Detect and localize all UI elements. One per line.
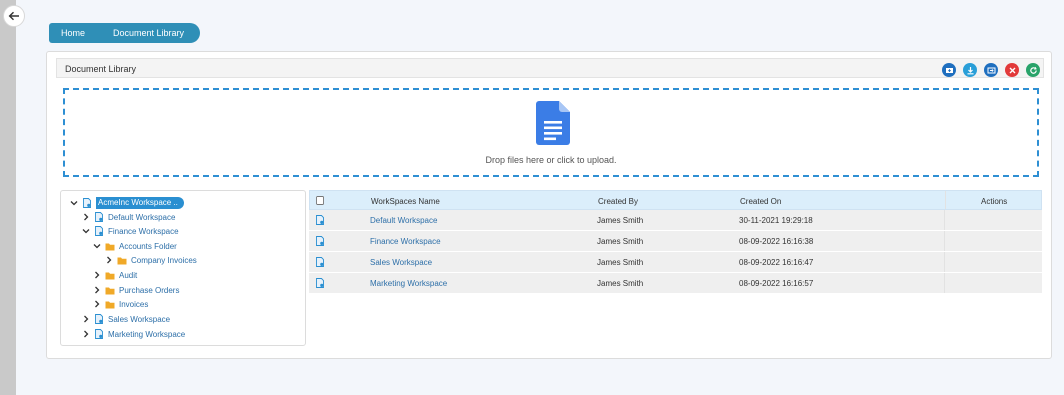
folder-icon bbox=[117, 255, 127, 265]
toolbar bbox=[942, 63, 1040, 77]
row-created-on: 30-11-2021 19:29:18 bbox=[739, 216, 813, 225]
folder-icon bbox=[105, 299, 115, 309]
row-created-on: 08-09-2022 16:16:57 bbox=[739, 279, 814, 288]
workspace-icon bbox=[315, 278, 325, 290]
row-name-link[interactable]: Finance Workspace bbox=[370, 237, 441, 246]
column-divider bbox=[944, 273, 945, 293]
move-button[interactable] bbox=[984, 63, 998, 77]
left-rail bbox=[0, 0, 16, 395]
download-icon bbox=[967, 66, 973, 74]
arrow-left-icon bbox=[8, 11, 19, 21]
tree-item-marketing-workspace[interactable]: Marketing Workspace bbox=[81, 327, 185, 341]
column-header-actions: Actions bbox=[981, 197, 1008, 206]
tree-item-label: Default Workspace bbox=[108, 212, 176, 222]
tree-item-label: Company Invoices bbox=[131, 255, 197, 265]
select-all-checkbox[interactable] bbox=[316, 196, 324, 207]
table-row[interactable]: Finance Workspace James Smith 08-09-2022… bbox=[309, 231, 1042, 252]
column-header-name[interactable]: WorkSpaces Name bbox=[371, 197, 440, 206]
chevron-right-icon[interactable] bbox=[104, 255, 114, 265]
chevron-down-icon[interactable] bbox=[81, 226, 91, 236]
chevron-right-icon[interactable] bbox=[92, 285, 102, 295]
workspace-icon bbox=[94, 212, 104, 222]
tree-item-sales-workspace[interactable]: Sales Workspace bbox=[81, 312, 170, 326]
tree-item-label: Marketing Workspace bbox=[108, 329, 186, 339]
delete-button[interactable] bbox=[1005, 63, 1019, 77]
folder-icon bbox=[105, 270, 115, 280]
workspace-tree: AcmeInc Workspace .. Default Workspace F… bbox=[60, 190, 306, 346]
workspace-icon bbox=[94, 226, 104, 236]
file-dropzone[interactable]: Drop files here or click to upload. bbox=[63, 88, 1039, 177]
tree-item-invoices[interactable]: Invoices bbox=[92, 297, 148, 311]
workspace-icon bbox=[315, 236, 325, 248]
breadcrumb-current: Document Library bbox=[113, 28, 185, 38]
tree-item-label: Accounts Folder bbox=[119, 241, 177, 251]
download-button[interactable] bbox=[963, 63, 977, 77]
back-button[interactable] bbox=[3, 5, 25, 27]
folder-icon bbox=[105, 241, 115, 251]
tree-root[interactable]: AcmeInc Workspace .. bbox=[69, 196, 184, 210]
breadcrumb: Home Document Library bbox=[49, 23, 200, 43]
tree-item-label: Invoices bbox=[119, 299, 149, 309]
workspace-icon bbox=[94, 329, 104, 339]
tree-item-accounts-folder[interactable]: Accounts Folder bbox=[92, 239, 177, 253]
table-row[interactable]: Sales Workspace James Smith 08-09-2022 1… bbox=[309, 252, 1042, 273]
chevron-down-icon[interactable] bbox=[92, 241, 102, 251]
row-created-by: James Smith bbox=[597, 258, 644, 267]
row-created-on: 08-09-2022 16:16:38 bbox=[739, 237, 814, 246]
workspace-icon bbox=[94, 314, 104, 324]
chevron-right-icon[interactable] bbox=[81, 314, 91, 324]
tree-item-company-invoices[interactable]: Company Invoices bbox=[104, 253, 197, 267]
tree-item-purchase-orders[interactable]: Purchase Orders bbox=[92, 283, 179, 297]
row-name-link[interactable]: Default Workspace bbox=[370, 216, 437, 225]
row-name-link[interactable]: Marketing Workspace bbox=[370, 279, 447, 288]
row-created-by: James Smith bbox=[597, 237, 644, 246]
document-icon bbox=[536, 101, 570, 145]
folder-plus-icon bbox=[945, 67, 953, 73]
column-header-created-on[interactable]: Created On bbox=[740, 197, 781, 206]
tree-root-label: AcmeInc Workspace .. bbox=[96, 197, 184, 209]
column-divider bbox=[944, 231, 945, 251]
table-row[interactable]: Marketing Workspace James Smith 08-09-20… bbox=[309, 273, 1042, 294]
row-created-on: 08-09-2022 16:16:47 bbox=[739, 258, 814, 267]
tree-item-finance-workspace[interactable]: Finance Workspace bbox=[81, 224, 179, 238]
workspace-icon bbox=[315, 215, 325, 227]
tree-item-label: Sales Workspace bbox=[108, 314, 171, 324]
column-header-created-by[interactable]: Created By bbox=[598, 197, 638, 206]
column-divider bbox=[944, 210, 945, 230]
refresh-icon bbox=[1029, 66, 1037, 74]
workspace-icon bbox=[315, 257, 325, 269]
refresh-button[interactable] bbox=[1026, 63, 1040, 77]
new-folder-button[interactable] bbox=[942, 63, 956, 77]
tree-item-default-workspace[interactable]: Default Workspace bbox=[81, 210, 175, 224]
close-icon bbox=[1009, 67, 1015, 73]
column-divider bbox=[945, 191, 946, 209]
chevron-down-icon[interactable] bbox=[69, 198, 79, 208]
checkbox-icon bbox=[316, 196, 324, 205]
document-library-panel: Document Library Drop files here or clic… bbox=[46, 51, 1052, 359]
row-name-link[interactable]: Sales Workspace bbox=[370, 258, 432, 267]
tree-item-audit[interactable]: Audit bbox=[92, 268, 137, 282]
tree-item-label: Audit bbox=[119, 270, 138, 280]
table-row[interactable]: Default Workspace James Smith 30-11-2021… bbox=[309, 210, 1042, 231]
workspace-icon bbox=[82, 198, 92, 208]
dropzone-text: Drop files here or click to upload. bbox=[485, 155, 617, 165]
grid-header: WorkSpaces Name Created By Created On Ac… bbox=[309, 190, 1042, 210]
panel-header: Document Library bbox=[56, 58, 1044, 78]
move-icon bbox=[987, 67, 995, 73]
breadcrumb-home[interactable]: Home bbox=[49, 28, 113, 38]
folder-icon bbox=[105, 285, 115, 295]
chevron-right-icon[interactable] bbox=[81, 212, 91, 222]
column-divider bbox=[944, 252, 945, 272]
chevron-right-icon[interactable] bbox=[92, 270, 102, 280]
row-created-by: James Smith bbox=[597, 216, 644, 225]
row-created-by: James Smith bbox=[597, 279, 644, 288]
panel-title: Document Library bbox=[65, 64, 137, 74]
chevron-right-icon[interactable] bbox=[92, 299, 102, 309]
chevron-right-icon[interactable] bbox=[81, 329, 91, 339]
tree-item-label: Purchase Orders bbox=[119, 285, 180, 295]
tree-item-label: Finance Workspace bbox=[108, 226, 179, 236]
